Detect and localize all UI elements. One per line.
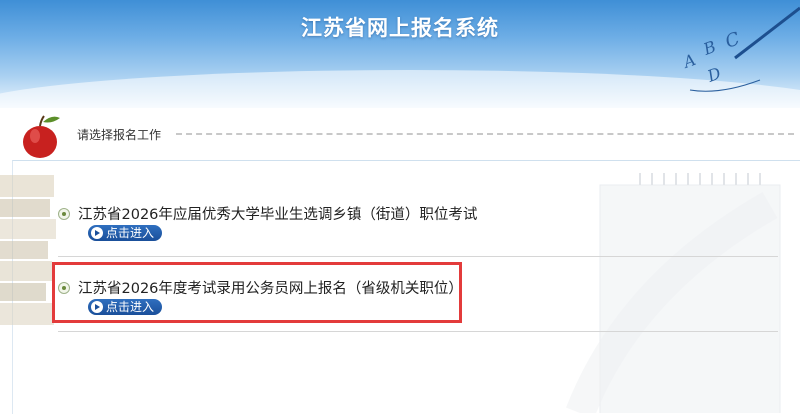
deco-letter-a: A [680, 50, 698, 72]
highlight-box [52, 262, 462, 323]
deco-letter-c: C [723, 28, 743, 53]
item-divider [58, 331, 778, 332]
section-label: 请选择报名工作 [77, 128, 162, 142]
deco-letter-b: B [700, 37, 719, 59]
enter-button[interactable]: 点击进入 [88, 225, 163, 241]
bullet-icon [58, 207, 70, 220]
item-title: 江苏省2026年应届优秀大学毕业生选调乡镇（街道）职位考试 [78, 207, 478, 223]
list-item: 江苏省2026年应届优秀大学毕业生选调乡镇（街道）职位考试 点击进入 [58, 203, 758, 241]
abc-pen-decoration-icon: A B C D [680, 6, 800, 92]
arrow-right-icon [91, 227, 103, 239]
page-header: 江苏省网上报名系统 A B C D [0, 0, 800, 108]
deco-letter-d: D [704, 63, 724, 86]
item-divider [58, 256, 778, 257]
apple-icon [23, 115, 60, 158]
books-decoration-icon [0, 175, 56, 325]
enter-button-label: 点击进入 [106, 226, 155, 240]
section-dashed-divider [176, 133, 794, 135]
